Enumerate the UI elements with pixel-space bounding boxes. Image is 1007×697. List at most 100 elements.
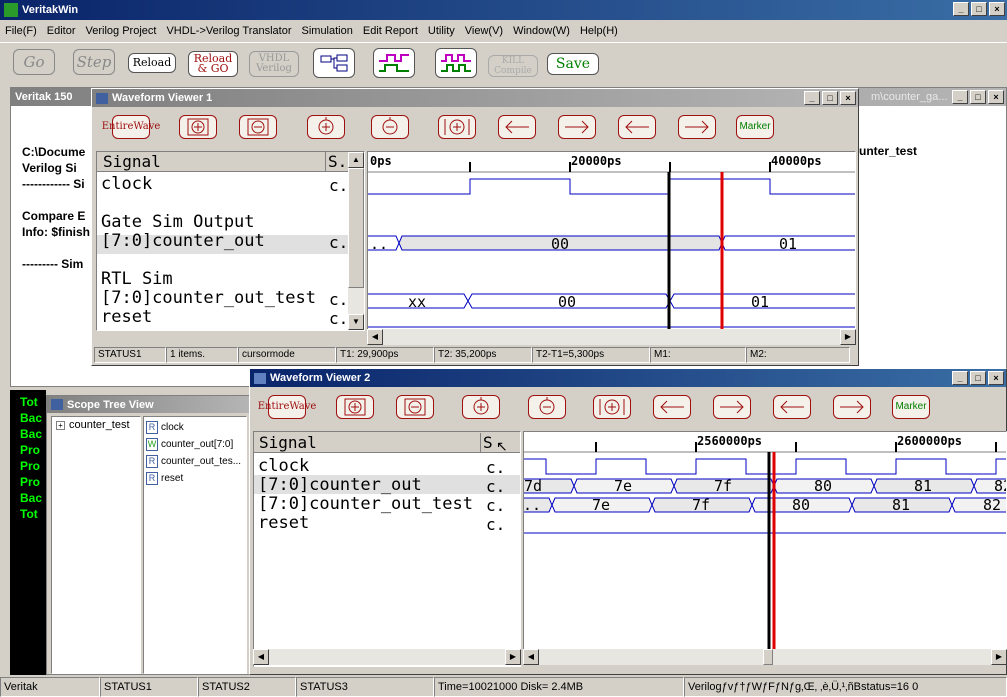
tree-root-label: counter_test: [69, 419, 130, 431]
wv1-status-cell: M2:: [746, 347, 850, 363]
maximize-button[interactable]: □: [970, 371, 986, 385]
zoom-plus-button[interactable]: [460, 392, 502, 422]
wv1-signal-row[interactable]: clock: [101, 174, 152, 194]
zoom-fit-button[interactable]: [436, 112, 478, 142]
vhdl-label-2: Verilog: [256, 63, 292, 74]
expand-icon[interactable]: +: [56, 420, 65, 430]
wv2-hscroll[interactable]: ◀ ▶: [523, 649, 1007, 665]
scope-signal-item[interactable]: Wcounter_out[7:0]: [146, 436, 244, 453]
menu-item-3[interactable]: VHDL->Verilog Translator: [161, 25, 296, 37]
wv1-signal-row[interactable]: [7:0]counter_out_test: [101, 288, 316, 308]
marker-button[interactable]: Marker: [734, 112, 776, 142]
scroll-left-button[interactable]: [651, 392, 693, 422]
zoom-in-button[interactable]: [334, 392, 376, 422]
console-line: Tot: [20, 507, 38, 521]
tree-root-item[interactable]: + counter_test: [56, 419, 140, 431]
marker-button[interactable]: Marker: [890, 392, 932, 422]
menu-item-0[interactable]: File(F): [0, 25, 42, 37]
wv1-signal-row[interactable]: Gate Sim Output: [101, 212, 255, 232]
main-status-cell: STATUS1: [100, 677, 198, 697]
wave-button-2[interactable]: [435, 48, 477, 78]
menu-item-8[interactable]: Window(W): [508, 25, 575, 37]
wv2-signal-hscroll[interactable]: ◀ ▶: [253, 649, 521, 665]
menu-item-7[interactable]: View(V): [460, 25, 508, 37]
reload-go-button[interactable]: Reload & GO: [188, 51, 238, 77]
wv2-signal-row[interactable]: reset: [258, 513, 309, 533]
go-button[interactable]: Go: [13, 49, 55, 75]
scroll-left-button[interactable]: [496, 112, 538, 142]
save-button[interactable]: Save: [547, 53, 599, 75]
menu-item-1[interactable]: Editor: [42, 25, 81, 37]
menu-item-4[interactable]: Simulation: [297, 25, 358, 37]
close-button[interactable]: ×: [840, 91, 856, 105]
scope-signal-item[interactable]: Rclock: [146, 419, 244, 436]
scroll-right-arrow[interactable]: ▶: [840, 329, 856, 345]
scroll-thumb[interactable]: [763, 649, 773, 665]
time-label-2: 40000ps: [771, 154, 822, 168]
wv1-signal-row[interactable]: RTL Sim: [101, 269, 173, 289]
minimize-button[interactable]: _: [953, 2, 969, 16]
minimize-button[interactable]: _: [952, 371, 968, 385]
zoom-minus-button[interactable]: [526, 392, 568, 422]
maximize-button[interactable]: □: [822, 91, 838, 105]
scroll-left-arrow[interactable]: ◀: [367, 329, 383, 345]
minimize-button[interactable]: _: [804, 91, 820, 105]
time-label-1: 2600000ps: [897, 434, 962, 448]
next-edge-button[interactable]: [676, 112, 718, 142]
signal-column-header[interactable]: Signal: [259, 433, 317, 452]
minimize-button[interactable]: _: [952, 90, 968, 104]
close-button[interactable]: ×: [988, 90, 1004, 104]
reload-button[interactable]: Reload: [128, 53, 176, 73]
signal-column-header[interactable]: Signal: [103, 152, 161, 171]
scroll-left-arrow[interactable]: ◀: [253, 649, 269, 665]
scroll-left-arrow[interactable]: ◀: [523, 649, 539, 665]
scroll-right-arrow[interactable]: ▶: [991, 649, 1007, 665]
maximize-button[interactable]: □: [971, 2, 987, 16]
close-button[interactable]: ×: [988, 371, 1004, 385]
wv1-signal-row[interactable]: [7:0]counter_out: [101, 231, 265, 251]
step-button[interactable]: Step: [73, 49, 115, 75]
scroll-right-button[interactable]: [711, 392, 753, 422]
wv2-signal-row[interactable]: [7:0]counter_out: [258, 475, 422, 495]
scroll-up-arrow[interactable]: ▲: [348, 152, 364, 168]
vhdl-verilog-button[interactable]: VHDL Verilog: [249, 51, 299, 77]
next-edge-button[interactable]: [831, 392, 873, 422]
scope-signal-item[interactable]: Rreset: [146, 470, 244, 487]
hierarchy-button[interactable]: [313, 48, 355, 78]
scroll-right-button[interactable]: [556, 112, 598, 142]
wv2-signal-row[interactable]: [7:0]counter_out_test: [258, 494, 473, 514]
entire-wave-button[interactable]: Entire Wave: [258, 392, 316, 422]
zoom-out-button[interactable]: [394, 392, 436, 422]
entire-wave-button[interactable]: Entire Wave: [102, 112, 160, 142]
wv2-signal-row[interactable]: clock: [258, 456, 309, 476]
scope-signal-item[interactable]: Rcounter_out_tes...: [146, 453, 244, 470]
zoom-out-button[interactable]: [237, 112, 279, 142]
s-column-header[interactable]: S.: [325, 152, 347, 171]
wv1-signal-scrollbar[interactable]: ▲ ▼: [348, 152, 364, 330]
prev-edge-button[interactable]: [771, 392, 813, 422]
scroll-down-arrow[interactable]: ▼: [348, 314, 364, 330]
kill-compile-button[interactable]: KILL Compile: [488, 55, 538, 77]
scroll-right-arrow[interactable]: ▶: [505, 649, 521, 665]
wv1-signal-row[interactable]: reset: [101, 307, 152, 327]
zoom-minus-button[interactable]: [369, 112, 411, 142]
menu-item-9[interactable]: Help(H): [575, 25, 623, 37]
close-button[interactable]: ×: [989, 2, 1005, 16]
wave-button-1[interactable]: [373, 48, 415, 78]
menu-item-6[interactable]: Utility: [423, 25, 460, 37]
log-right-text: unter_test: [859, 144, 918, 158]
menu-item-5[interactable]: Edit Report: [358, 25, 423, 37]
scope-tree-window: Scope Tree View + counter_test Rclock Wco…: [46, 395, 251, 675]
menu-item-2[interactable]: Verilog Project: [81, 25, 162, 37]
prev-edge-button[interactable]: [616, 112, 658, 142]
marker-label: Marker: [895, 401, 927, 412]
zoom-in-button[interactable]: [177, 112, 219, 142]
zoom-plus-button[interactable]: [305, 112, 347, 142]
scroll-thumb[interactable]: [348, 168, 364, 288]
wv1-hscroll[interactable]: ◀ ▶: [367, 329, 856, 345]
maximize-button[interactable]: □: [970, 90, 986, 104]
s-column-header[interactable]: S: [480, 433, 493, 452]
wv1-status-cell: STATUS1: [94, 347, 166, 363]
zoom-fit-button[interactable]: [591, 392, 633, 422]
